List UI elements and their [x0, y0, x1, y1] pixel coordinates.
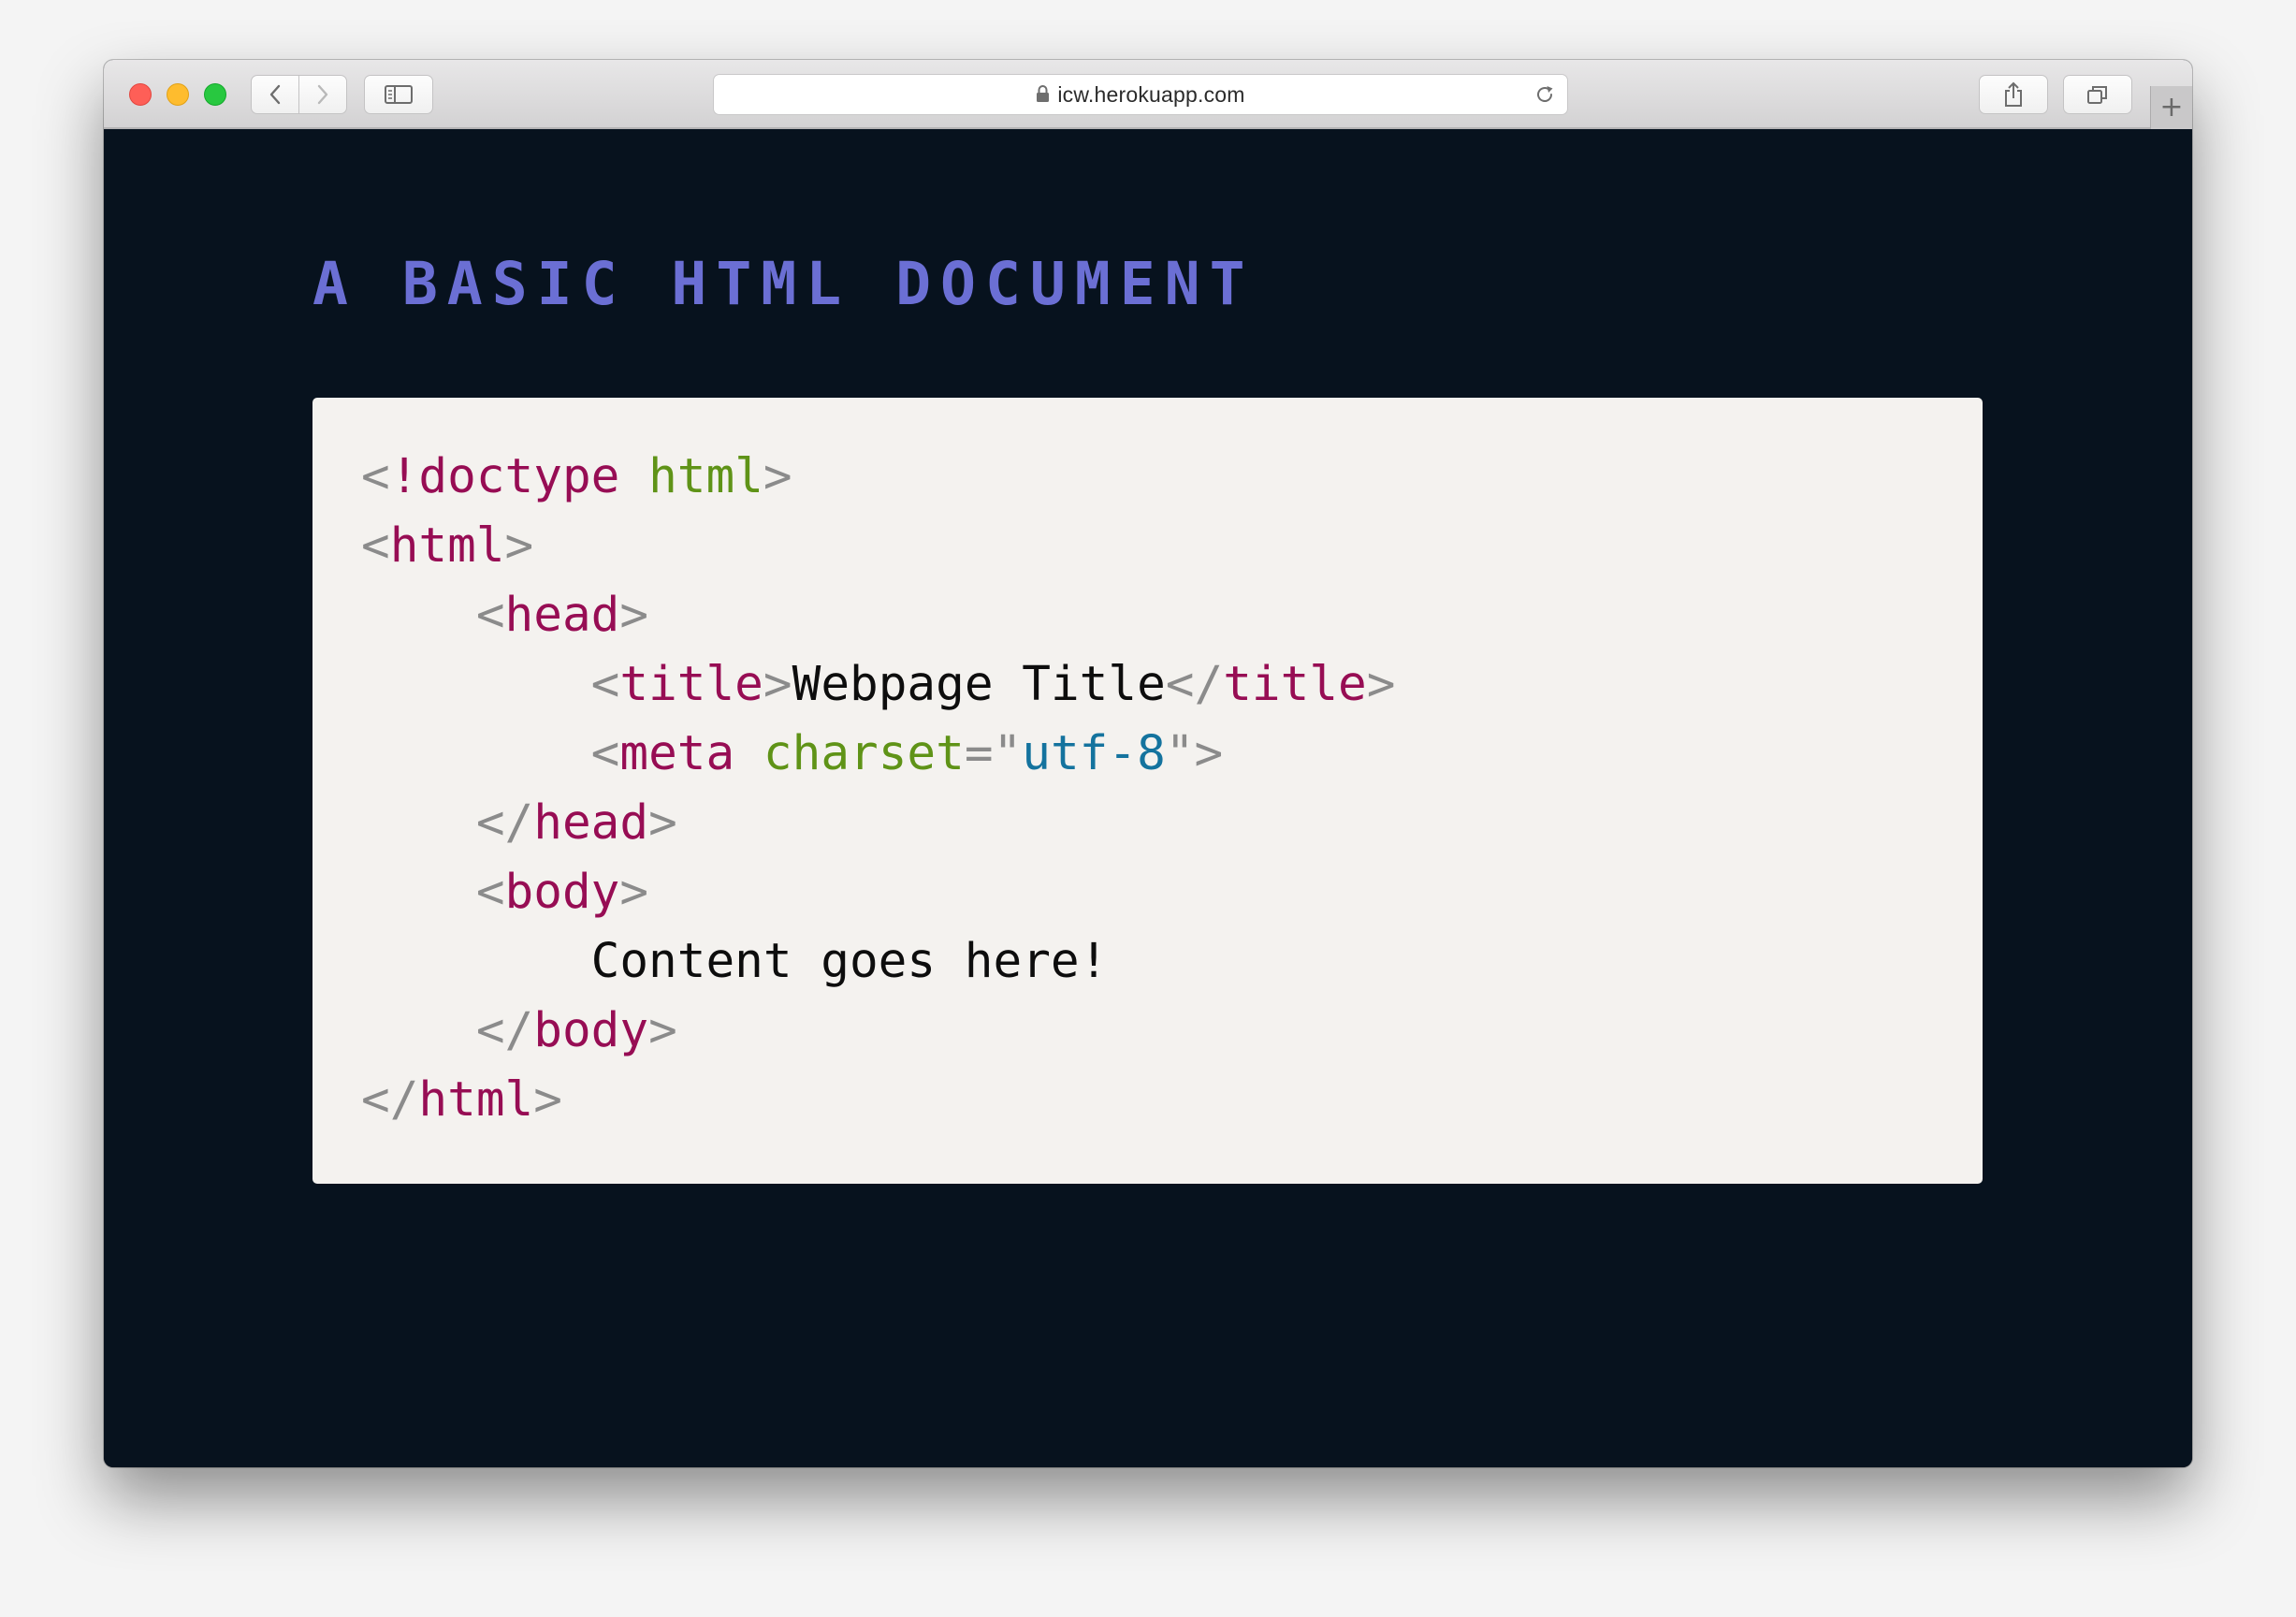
code-line: </head>	[361, 789, 1395, 858]
code-block: <!doctype html> <html> <head> <title>Webp…	[361, 443, 1395, 1135]
url-text: icw.herokuapp.com	[1057, 81, 1245, 107]
code-tag: body	[533, 1003, 649, 1058]
forward-button[interactable]	[298, 75, 347, 114]
lock-icon	[1037, 84, 1050, 102]
code-line: <body>	[361, 858, 1395, 927]
code-tag: !doctype	[389, 449, 620, 504]
share-icon	[2005, 81, 2022, 107]
code-line: Content goes here!	[361, 927, 1395, 997]
sidebar-toggle-button[interactable]	[364, 75, 433, 114]
code-tag: head	[533, 795, 649, 851]
code-tag: html	[418, 1072, 534, 1128]
code-punctuation: </	[475, 795, 534, 851]
code-punctuation: <	[475, 588, 505, 643]
code-string: utf-8	[1022, 726, 1166, 781]
code-tag: head	[504, 588, 620, 643]
browser-toolbar: icw.herokuapp.com +	[104, 60, 2192, 129]
tabs-overview-icon	[2087, 86, 2107, 104]
code-punctuation: >	[619, 588, 649, 643]
reload-icon[interactable]	[1533, 83, 1556, 106]
browser-window: icw.herokuapp.com + A BASIC HTML DOCUMEN…	[104, 60, 2192, 1467]
chevron-left-icon	[269, 84, 281, 105]
code-tag: title	[1223, 657, 1367, 712]
minimize-window-button[interactable]	[167, 83, 189, 106]
share-button[interactable]	[1979, 75, 2048, 114]
code-attribute: html	[648, 449, 763, 504]
code-text: Webpage Title	[792, 657, 1166, 712]
code-panel: <!doctype html> <html> <head> <title>Webp…	[312, 398, 1983, 1184]
code-punctuation: ="	[964, 726, 1023, 781]
code-punctuation: >	[648, 795, 677, 851]
code-text: Content goes here!	[361, 934, 1109, 989]
code-punctuation: >	[1366, 657, 1396, 712]
back-button[interactable]	[251, 75, 299, 114]
code-line: </body>	[361, 997, 1395, 1066]
chevron-right-icon	[317, 84, 328, 105]
tab-overview-button[interactable]	[2063, 75, 2132, 114]
code-tag: body	[504, 865, 620, 920]
code-punctuation: >	[619, 865, 649, 920]
page-title: A BASIC HTML DOCUMENT	[312, 250, 1255, 318]
code-punctuation: <	[361, 518, 390, 574]
code-line: <head>	[361, 581, 1395, 650]
address-bar[interactable]: icw.herokuapp.com	[713, 74, 1568, 115]
code-tag: title	[619, 657, 763, 712]
code-punctuation: </	[475, 1003, 534, 1058]
code-attribute: charset	[763, 726, 965, 781]
code-punctuation: <	[475, 865, 505, 920]
code-punctuation: </	[1165, 657, 1224, 712]
code-punctuation: <	[590, 726, 620, 781]
plus-icon: +	[2159, 91, 2184, 124]
new-tab-button[interactable]: +	[2150, 86, 2192, 129]
code-tag: meta	[619, 726, 735, 781]
code-line: <title>Webpage Title</title>	[361, 650, 1396, 720]
code-punctuation: <	[361, 449, 390, 504]
code-line: </html>	[361, 1066, 1395, 1135]
page-content: A BASIC HTML DOCUMENT <!doctype html> <ht…	[104, 129, 2192, 1467]
code-punctuation: >	[763, 449, 792, 504]
code-punctuation: </	[361, 1072, 419, 1128]
code-punctuation: >	[648, 1003, 677, 1058]
code-punctuation: >	[533, 1072, 562, 1128]
code-tag: html	[389, 518, 505, 574]
code-line: <!doctype html>	[361, 443, 1395, 512]
url-field[interactable]: icw.herokuapp.com	[714, 75, 1567, 114]
code-punctuation: >	[763, 657, 792, 712]
zoom-window-button[interactable]	[204, 83, 226, 106]
code-punctuation: >	[504, 518, 534, 574]
code-punctuation: ">	[1165, 726, 1224, 781]
code-punctuation: <	[590, 657, 620, 712]
code-line: <meta charset="utf-8">	[361, 720, 1395, 789]
code-line: <html>	[361, 512, 1395, 581]
sidebar-icon	[385, 85, 413, 104]
close-window-button[interactable]	[129, 83, 152, 106]
